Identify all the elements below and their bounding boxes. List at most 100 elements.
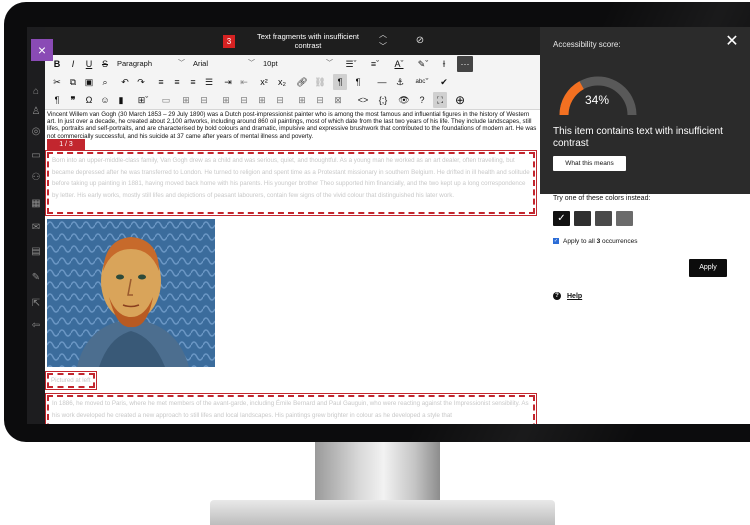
insert-column-icon[interactable]: ⊞: [219, 92, 233, 108]
help-circle-icon[interactable]: ?: [415, 92, 429, 108]
help-link-label: Help: [567, 292, 583, 300]
bookmark-icon[interactable]: ▮: [115, 92, 127, 108]
row-properties-icon[interactable]: ⊟: [313, 92, 327, 108]
clear-formatting-icon[interactable]: Ɨ: [437, 56, 451, 72]
calendar-icon[interactable]: ▦: [30, 199, 42, 209]
grades-icon[interactable]: ▤: [30, 247, 42, 257]
apply-to-all-option[interactable]: ✓ Apply to all 3 occurrences: [553, 238, 637, 245]
delete-table-icon[interactable]: ⊠: [331, 92, 345, 108]
highlighted-fragment-2[interactable]: Pictured at left: [45, 371, 97, 390]
color-swatch-4[interactable]: [616, 211, 633, 226]
indent-icon[interactable]: ⇥: [221, 74, 235, 90]
spellcheck-icon[interactable]: ᵃᵇᶜˇ: [411, 74, 433, 90]
paragraph-style-dropdown[interactable]: Paragraph ﹀: [117, 57, 185, 71]
messages-icon[interactable]: ✉: [30, 223, 42, 233]
insert-anchor-icon[interactable]: ⚓︎: [393, 74, 407, 90]
unlink-icon[interactable]: ⛓︎: [313, 74, 327, 90]
highlighted-fragment-1[interactable]: Born into an upper-middle-class family, …: [45, 150, 537, 216]
hide-highlights-icon[interactable]: ⊘: [413, 35, 427, 47]
intro-paragraph: Vincent Willem van Gogh (30 March 1853 –…: [47, 111, 537, 140]
code-block-button[interactable]: {;}: [375, 92, 391, 108]
insert-row-icon[interactable]: ⊞: [179, 92, 193, 108]
underline-button[interactable]: U: [83, 56, 95, 72]
toolbar-row-1: B I U S Paragraph ﹀ Arial ﹀ 10pt ﹀ ☰ˇ ≡ˇ Aˇ…: [45, 55, 540, 73]
merge-cells-icon[interactable]: ⊞: [255, 92, 269, 108]
help-icon: ?: [553, 292, 561, 300]
find-icon[interactable]: ⌕: [99, 74, 111, 90]
color-swatch-2[interactable]: [574, 211, 591, 226]
format-painter-icon[interactable]: ✔: [437, 74, 451, 90]
horizontal-rule-icon[interactable]: —: [375, 74, 389, 90]
delete-column-icon[interactable]: ⊟: [237, 92, 251, 108]
ltr-icon[interactable]: ¶: [333, 74, 347, 90]
what-this-means-button[interactable]: What this means: [553, 156, 626, 171]
font-size-value: 10pt: [263, 59, 278, 68]
apply-button[interactable]: Apply: [689, 259, 727, 277]
outdent-icon[interactable]: ⇤: [237, 74, 251, 90]
chevron-down-icon: ﹀: [178, 60, 185, 67]
accessibility-panel: Accessibility score: ✕ 34% This item con…: [540, 27, 750, 424]
paragraph-mark-icon[interactable]: ¶: [51, 92, 63, 108]
link-icon[interactable]: 🔗︎: [295, 74, 309, 90]
apply-to-all-checkbox[interactable]: ✓: [553, 238, 559, 245]
font-family-dropdown[interactable]: Arial ﹀: [193, 57, 255, 71]
strikethrough-button[interactable]: S: [99, 56, 111, 72]
contrast-issue-message: This item contains text with insufficien…: [553, 126, 723, 149]
user-icon[interactable]: ♙: [30, 107, 42, 117]
editor-content[interactable]: Vincent Willem van Gogh (30 March 1853 –…: [45, 109, 540, 424]
institution-icon[interactable]: ⌂: [30, 87, 42, 97]
table-icon[interactable]: ⊞ˇ: [133, 92, 153, 108]
highlighted-fragment-3[interactable]: In 1886, he moved to Paris, where he met…: [45, 393, 537, 424]
signout-icon[interactable]: ⇦: [30, 321, 42, 331]
numbered-list-icon[interactable]: ≡ˇ: [365, 56, 385, 72]
insert-content-icon[interactable]: ⊕: [453, 92, 467, 108]
close-panel-icon[interactable]: ✕: [723, 33, 741, 51]
text-color-icon[interactable]: Aˇ: [389, 56, 409, 72]
organizations-icon[interactable]: ⚇: [30, 173, 42, 183]
globe-icon[interactable]: ◎: [30, 127, 42, 137]
fullscreen-icon[interactable]: ⛶: [433, 92, 447, 108]
monitor-stand-neck: [315, 442, 440, 500]
split-cells-icon[interactable]: ⊟: [273, 92, 287, 108]
redo-icon[interactable]: ↷: [135, 74, 147, 90]
paste-icon[interactable]: ▣: [83, 74, 95, 90]
more-options-icon[interactable]: ···: [457, 56, 473, 72]
align-justify-icon[interactable]: ☰: [203, 74, 215, 90]
table-properties-icon[interactable]: ▭: [159, 92, 173, 108]
highlight-color-icon[interactable]: ✎ˇ: [413, 56, 433, 72]
previous-fragment-icon[interactable]: ︿: [376, 30, 390, 40]
italic-button[interactable]: I: [67, 56, 79, 72]
emoji-icon[interactable]: ☺: [99, 92, 111, 108]
fragment-count-badge: 3: [223, 35, 235, 48]
align-center-icon[interactable]: ≡: [171, 74, 183, 90]
monitor-stand-base: [210, 500, 555, 525]
tools-icon[interactable]: ✎: [30, 273, 42, 283]
export-icon[interactable]: ⇱: [30, 299, 42, 309]
chevron-down-icon: ﹀: [248, 60, 255, 67]
blockquote-icon[interactable]: ❞: [67, 92, 79, 108]
close-editor-button[interactable]: ×: [31, 39, 53, 61]
subscript-button[interactable]: x₂: [275, 74, 289, 90]
help-link[interactable]: ? Help: [553, 292, 582, 300]
undo-icon[interactable]: ↶: [119, 74, 131, 90]
align-left-icon[interactable]: ≡: [155, 74, 167, 90]
cell-properties-icon[interactable]: ⊞: [295, 92, 309, 108]
superscript-button[interactable]: x²: [257, 74, 271, 90]
next-fragment-icon[interactable]: ﹀: [376, 42, 390, 52]
copy-icon[interactable]: ⧉: [67, 74, 79, 90]
color-swatch-1[interactable]: ✓: [553, 211, 570, 226]
delete-row-icon[interactable]: ⊟: [197, 92, 211, 108]
bullet-list-icon[interactable]: ☰ˇ: [341, 56, 361, 72]
font-size-dropdown[interactable]: 10pt ﹀: [263, 57, 333, 71]
courses-icon[interactable]: ▭: [30, 151, 42, 161]
special-character-icon[interactable]: Ω: [83, 92, 95, 108]
align-right-icon[interactable]: ≡: [187, 74, 199, 90]
preview-icon[interactable]: 👁︎: [397, 92, 411, 108]
rtl-icon[interactable]: ¶: [351, 74, 365, 90]
color-swatch-3[interactable]: [595, 211, 612, 226]
fragment-1-text: Born into an upper-middle-class family, …: [52, 157, 530, 199]
toolbar-row-2: ✂ ⧉ ▣ ⌕ ↶ ↷ ≡ ≡ ≡ ☰ ⇥ ⇤ x² x₂ 🔗︎ ⛓︎ ¶ ¶ …: [45, 73, 540, 91]
cut-icon[interactable]: ✂: [51, 74, 63, 90]
source-code-button[interactable]: <>: [355, 92, 371, 108]
left-rail: ⌂ ♙ ◎ ▭ ⚇ ▦ ✉ ▤ ✎ ⇱ ⇦: [27, 27, 45, 424]
